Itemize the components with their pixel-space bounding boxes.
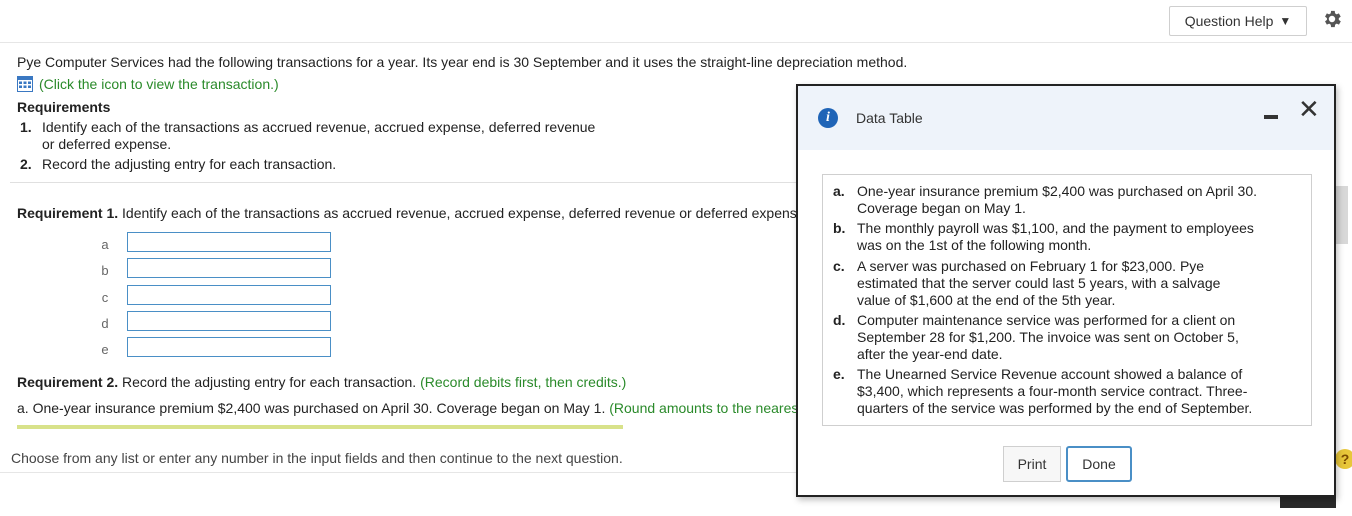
close-icon[interactable]: ✕ <box>1298 94 1320 124</box>
scrollbar-thumb[interactable] <box>1336 186 1348 244</box>
question-intro: Pye Computer Services had the following … <box>17 54 908 70</box>
transaction-a-note: (Round amounts to the nearest <box>609 400 797 416</box>
item-text: The Unearned Service Revenue account sho… <box>857 366 1253 416</box>
item-text: A server was purchased on February 1 for… <box>857 258 1221 308</box>
item-text: The monthly payroll was $1,100, and the … <box>857 220 1254 253</box>
requirement-2-prompt: Requirement 2. Record the adjusting entr… <box>17 374 626 390</box>
info-icon: i <box>818 108 838 128</box>
item-letter: e. <box>833 366 845 382</box>
print-button[interactable]: Print <box>1003 446 1061 482</box>
requirement-2-label: Requirement 2. <box>17 374 119 390</box>
requirements-title: Requirements <box>17 99 111 115</box>
requirement-1-text: Identify each of the transactions as acc… <box>122 205 809 221</box>
dialog-header: i Data Table ✕ <box>798 86 1334 150</box>
requirement-1-prompt: Requirement 1. Identify each of the tran… <box>17 205 808 221</box>
requirement-2-text: Record the adjusting entry for each tran… <box>122 374 417 390</box>
item-text: One-year insurance premium $2,400 was pu… <box>857 183 1257 216</box>
requirement-text: Record the adjusting entry for each tran… <box>42 156 337 172</box>
dialog-title: Data Table <box>856 110 923 126</box>
transaction-list: a. One-year insurance premium $2,400 was… <box>822 174 1312 426</box>
item-letter: a. <box>833 183 845 199</box>
answer-field-c[interactable] <box>127 285 331 305</box>
requirement-item-1-cont: or deferred expense. <box>42 136 172 152</box>
minimize-icon[interactable] <box>1264 115 1278 119</box>
section-divider <box>10 182 796 183</box>
item-letter: d. <box>833 312 846 328</box>
done-button[interactable]: Done <box>1066 446 1132 482</box>
data-table-dialog: i Data Table ✕ a. One-year insurance pre… <box>796 84 1336 497</box>
footer-divider <box>0 472 800 473</box>
answer-field-a[interactable] <box>127 232 331 252</box>
requirement-item-1: 1. Identify each of the transactions as a… <box>20 119 595 135</box>
gear-icon[interactable] <box>1320 8 1344 32</box>
answer-field-e[interactable] <box>127 337 331 357</box>
item-letter: c. <box>833 258 845 274</box>
requirement-2-note: (Record debits first, then credits.) <box>420 374 627 390</box>
item-text: Computer maintenance service was perform… <box>857 312 1239 362</box>
requirement-item-2: 2. Record the adjusting entry for each tr… <box>20 156 336 172</box>
table-icon[interactable] <box>17 76 33 92</box>
answer-field-d[interactable] <box>127 311 331 331</box>
row-label-c: c <box>101 290 109 305</box>
help-icon[interactable]: ? <box>1335 449 1352 469</box>
row-label-e: e <box>101 342 109 357</box>
requirement-1-label: Requirement 1. <box>17 205 119 221</box>
answer-field-b[interactable] <box>127 258 331 278</box>
view-transaction-link[interactable]: (Click the icon to view the transaction.… <box>17 76 279 92</box>
question-help-label: Question Help <box>1184 13 1274 29</box>
transaction-a-prompt: a. One-year insurance premium $2,400 was… <box>17 400 797 416</box>
footer-instruction: Choose from any list or enter any number… <box>11 450 623 466</box>
view-transaction-text[interactable]: (Click the icon to view the transaction.… <box>39 76 279 92</box>
row-label-a: a <box>101 237 109 252</box>
requirement-text: Identify each of the transactions as acc… <box>42 119 596 135</box>
item-letter: b. <box>833 220 846 236</box>
progress-highlight <box>17 425 623 429</box>
requirement-number: 1. <box>20 119 32 135</box>
question-help-button[interactable]: Question Help ▼ <box>1169 6 1307 36</box>
chevron-down-icon: ▼ <box>1279 14 1292 28</box>
row-label-d: d <box>101 316 109 331</box>
header-divider <box>0 42 1352 43</box>
row-label-b: b <box>101 263 109 278</box>
transaction-a-text: a. One-year insurance premium $2,400 was… <box>17 400 606 416</box>
requirement-number: 2. <box>20 156 32 172</box>
